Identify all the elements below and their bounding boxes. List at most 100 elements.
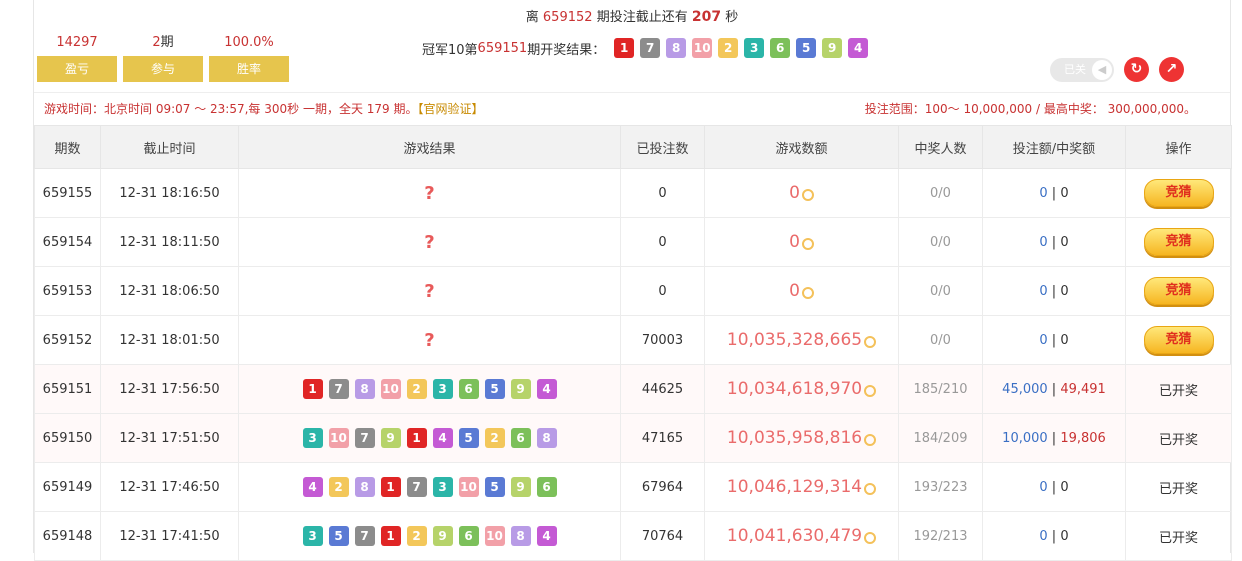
guess-button[interactable]: 竞猜 [1143, 326, 1214, 354]
row-result-balls: 4 2 8 1 7 3 10 5 9 6 [240, 477, 619, 497]
row-result: 4 2 8 1 7 3 10 5 9 6 [238, 462, 621, 512]
trend-icon[interactable]: ↗ [1159, 57, 1184, 82]
last-result-period: 659151 [477, 40, 528, 56]
table-row: 659148 12-31 17:41:50 3 5 7 1 2 9 6 10 8 4 70764 10,0… [34, 511, 1232, 561]
stat-participate-label[interactable]: 参与 [123, 56, 203, 82]
number-ball: 4 [302, 477, 323, 497]
table-header: 期数 截止时间 游戏结果 已投注数 游戏数额 中奖人数 投注额/中奖额 操作 [34, 125, 1232, 169]
number-ball: 6 [458, 379, 479, 399]
coin-icon [864, 384, 877, 397]
number-ball: 10 [484, 526, 505, 546]
row-bet-win: 0 | 0 [982, 315, 1126, 365]
row-winners: 184/209 [898, 413, 983, 463]
controls: 已关 ◀ ↻ ↗ [1050, 57, 1184, 82]
row-period: 659148 [34, 511, 101, 561]
row-bet-win: 0 | 0 [982, 168, 1126, 218]
number-ball: 3 [744, 38, 765, 58]
row-deadline: 12-31 17:51:50 [100, 413, 239, 463]
number-ball: 1 [380, 526, 401, 546]
row-bets: 0 [620, 168, 705, 218]
number-ball: 8 [354, 379, 375, 399]
number-ball: 6 [536, 477, 557, 497]
row-deadline: 12-31 17:41:50 [100, 511, 239, 561]
number-ball: 1 [406, 428, 427, 448]
col-bets: 已投注数 [620, 125, 705, 169]
row-deadline: 12-31 17:46:50 [100, 462, 239, 512]
row-period: 659152 [34, 315, 101, 365]
number-ball: 1 [614, 38, 635, 58]
table-row: 659153 12-31 18:06:50? 0 0 0/0 0 | 0 竞猜 [34, 266, 1232, 316]
table-row: 659152 12-31 18:01:50? 70003 10,035,328,665… [34, 315, 1232, 365]
number-ball: 5 [796, 38, 817, 58]
number-ball: 2 [484, 428, 505, 448]
row-bets: 47165 [620, 413, 705, 463]
row-action: 已开奖 [1125, 413, 1232, 463]
row-bet-win: 0 | 0 [982, 511, 1126, 561]
col-result: 游戏结果 [238, 125, 621, 169]
row-action: 竞猜 [1125, 266, 1232, 316]
number-ball: 5 [484, 477, 505, 497]
number-ball: 4 [848, 38, 869, 58]
row-deadline: 12-31 18:01:50 [100, 315, 239, 365]
last-result-balls: 1 7 8 10 2 3 6 5 9 4 [611, 38, 871, 58]
number-ball: 2 [328, 477, 349, 497]
sound-toggle[interactable]: 已关 ◀ [1050, 57, 1114, 82]
coin-icon [864, 335, 877, 348]
row-amount: 10,046,129,314 [704, 462, 899, 512]
coin-icon [864, 482, 877, 495]
row-result: 1 7 8 10 2 3 6 5 9 4 [238, 364, 621, 414]
stat-winrate-label[interactable]: 胜率 [209, 56, 289, 82]
row-winners: 185/210 [898, 364, 983, 414]
row-result-balls: 3 5 7 1 2 9 6 10 8 4 [240, 526, 619, 546]
table-row: 659149 12-31 17:46:50 4 2 8 1 7 3 10 5 9 6 67964 10,0… [34, 462, 1232, 512]
number-ball: 6 [770, 38, 791, 58]
table-row: 659150 12-31 17:51:50 3 10 7 9 1 4 5 2 6 8 47165 10,0… [34, 413, 1232, 463]
row-result: 3 10 7 9 1 4 5 2 6 8 [238, 413, 621, 463]
number-ball: 7 [406, 477, 427, 497]
top-section: 离 659152 期投注截止还有 207 秒 14297 盈亏 2期 参与 10… [34, 0, 1230, 92]
countdown-period: 659152 [542, 10, 593, 25]
row-amount: 10,041,630,479 [704, 511, 899, 561]
coin-icon [864, 531, 877, 544]
stat-profit-label[interactable]: 盈亏 [37, 56, 117, 82]
row-bets: 67964 [620, 462, 705, 512]
number-ball: 8 [536, 428, 557, 448]
number-ball: 6 [510, 428, 531, 448]
number-ball: 7 [354, 526, 375, 546]
number-ball: 9 [380, 428, 401, 448]
row-period: 659150 [34, 413, 101, 463]
guess-button[interactable]: 竞猜 [1143, 179, 1214, 207]
number-ball: 2 [406, 526, 427, 546]
row-bet-win: 0 | 0 [982, 217, 1126, 267]
guess-button[interactable]: 竞猜 [1143, 228, 1214, 256]
row-deadline: 12-31 17:56:50 [100, 364, 239, 414]
bet-range-text: 投注范围：100～ 10,000,000 / 最高中奖： 300,000,000… [864, 102, 1196, 116]
row-amount: 0 [704, 217, 899, 267]
number-ball: 1 [380, 477, 401, 497]
verify-link[interactable]: 【官网验证】 [418, 102, 484, 116]
number-ball: 6 [458, 526, 479, 546]
number-ball: 8 [354, 477, 375, 497]
number-ball: 5 [458, 428, 479, 448]
number-ball: 10 [692, 38, 713, 58]
number-ball: 3 [302, 428, 323, 448]
row-action: 已开奖 [1125, 364, 1232, 414]
guess-button[interactable]: 竞猜 [1143, 277, 1214, 305]
row-winners: 0/0 [898, 168, 983, 218]
row-amount: 0 [704, 266, 899, 316]
row-winners: 0/0 [898, 266, 983, 316]
number-ball: 7 [328, 379, 349, 399]
stat-winrate-value: 100.0% [224, 35, 274, 50]
number-ball: 4 [536, 379, 557, 399]
refresh-icon[interactable]: ↻ [1124, 57, 1149, 82]
results-table: 期数 截止时间 游戏结果 已投注数 游戏数额 中奖人数 投注额/中奖额 操作 6… [34, 125, 1232, 561]
row-winners: 0/0 [898, 217, 983, 267]
row-bet-win: 10,000 | 19,806 [982, 413, 1126, 463]
row-result: ? [238, 266, 621, 316]
row-bets: 0 [620, 266, 705, 316]
number-ball: 8 [666, 38, 687, 58]
row-action: 竞猜 [1125, 315, 1232, 365]
question-icon: ? [424, 329, 435, 351]
number-ball: 3 [432, 379, 453, 399]
row-period: 659149 [34, 462, 101, 512]
